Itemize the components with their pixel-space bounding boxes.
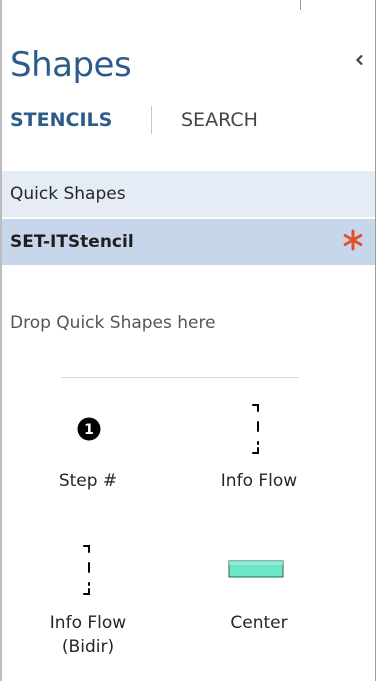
center-box-icon[interactable]: [226, 557, 286, 581]
stencil-item-label: SET-ITStencil: [10, 232, 134, 252]
shape-label-step: Step #: [58, 471, 118, 491]
tab-divider: [151, 106, 152, 134]
stencil-item-label: Quick Shapes: [10, 184, 126, 204]
step-number-icon[interactable]: 1: [77, 417, 101, 441]
tab-stencils[interactable]: STENCILS: [10, 108, 112, 132]
asterisk-icon: [343, 229, 363, 251]
stencil-item-quick-shapes[interactable]: Quick Shapes: [2, 171, 375, 217]
shape-label-info-flow-bidir: Info Flow (Bidir): [8, 611, 168, 659]
collapse-panel-button[interactable]: [352, 52, 368, 68]
chevron-left-icon: [355, 54, 363, 66]
stencil-item-set-itstencil[interactable]: SET-ITStencil: [2, 219, 375, 265]
info-flow-bidir-icon[interactable]: [80, 543, 96, 599]
tab-search[interactable]: SEARCH: [181, 108, 258, 132]
panel-right-border: [375, 0, 376, 681]
shape-label-info-flow: Info Flow: [220, 471, 298, 491]
drop-quick-shapes-hint: Drop Quick Shapes here: [10, 313, 216, 333]
shape-label-line: (Bidir): [61, 637, 115, 657]
panel-left-border: [0, 0, 2, 681]
panel-title: Shapes: [10, 45, 132, 85]
panel-top-divider: [300, 0, 301, 10]
shape-label-line: Info Flow: [49, 613, 127, 633]
shapes-separator: [61, 377, 299, 378]
step-number-text: 1: [84, 422, 94, 438]
shape-label-center: Center: [230, 613, 288, 633]
info-flow-icon[interactable]: [249, 402, 265, 458]
